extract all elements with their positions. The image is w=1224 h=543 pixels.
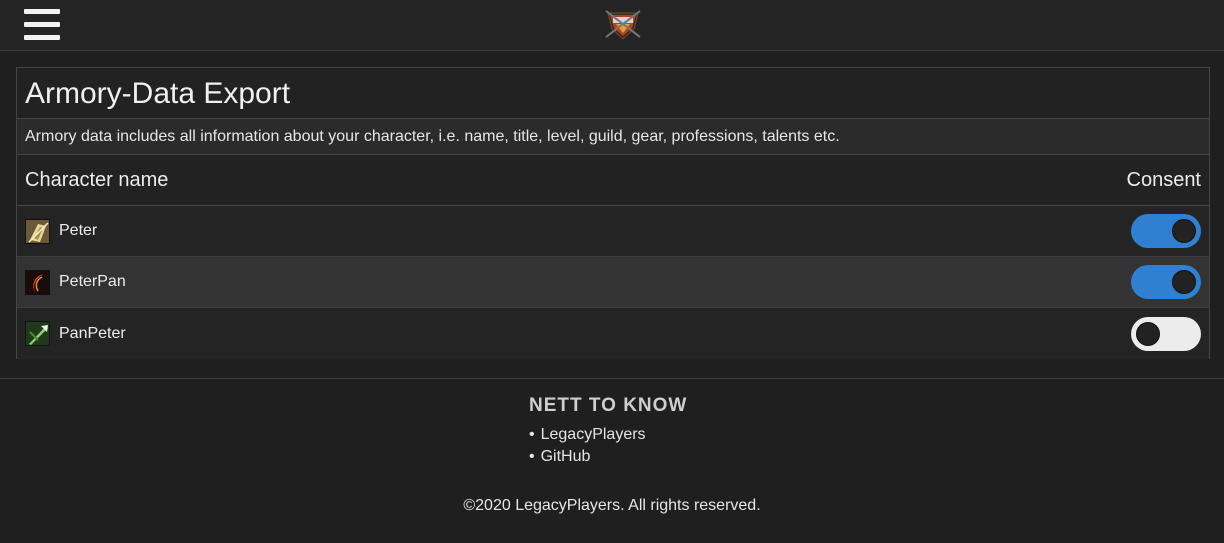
consent-toggle[interactable] <box>1131 265 1201 299</box>
copyright-text: ©2020 LegacyPlayers. All rights reserved… <box>463 497 761 514</box>
footer-heading: NETT TO KNOW <box>529 395 688 416</box>
armory-export-panel: Armory-Data Export Armory data includes … <box>16 67 1210 359</box>
hamburger-menu-icon[interactable] <box>24 9 60 41</box>
panel-description: Armory data includes all information abo… <box>17 119 1209 155</box>
footer-link-github[interactable]: GitHub <box>529 446 646 468</box>
table-row: Peter <box>17 206 1209 257</box>
character-name: PanPeter <box>59 324 126 342</box>
warlock-class-icon <box>25 269 50 295</box>
footer-links: LegacyPlayers GitHub <box>529 424 646 468</box>
page-title: Armory-Data Export <box>17 68 1209 119</box>
footer-divider <box>0 378 1224 379</box>
table-row: PeterPan <box>17 257 1209 308</box>
table-header: Character name Consent <box>17 155 1209 206</box>
column-header-consent: Consent <box>1126 168 1202 191</box>
hunter-class-icon <box>25 321 50 346</box>
paladin-class-icon <box>25 218 50 244</box>
character-list: Peter PeterPan PanPeter <box>17 206 1209 359</box>
footer-link-legacyplayers[interactable]: LegacyPlayers <box>529 424 646 446</box>
character-cell: PeterPan <box>25 269 126 295</box>
character-name: PeterPan <box>59 273 126 290</box>
character-name: Peter <box>59 222 98 239</box>
column-header-character-name: Character name <box>25 168 169 191</box>
character-cell: Peter <box>25 218 98 244</box>
character-cell: PanPeter <box>25 321 126 346</box>
top-navbar <box>0 0 1224 51</box>
consent-toggle[interactable] <box>1131 316 1201 351</box>
table-row: PanPeter <box>17 308 1209 359</box>
consent-toggle[interactable] <box>1131 214 1201 248</box>
site-logo-icon[interactable] <box>604 7 642 41</box>
